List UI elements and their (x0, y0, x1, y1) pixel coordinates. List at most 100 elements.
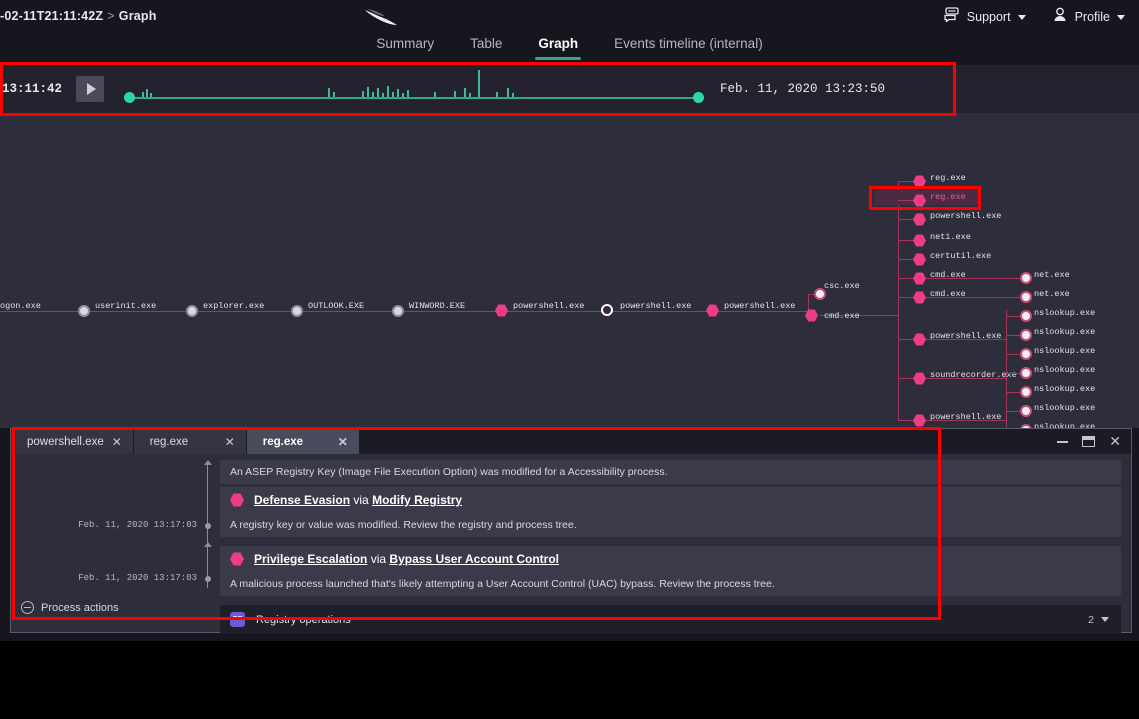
breadcrumb-path[interactable]: -02-11T21:11:42Z (0, 9, 103, 23)
event-header[interactable]: Privilege Escalation via Bypass User Acc… (220, 546, 1121, 572)
node-label: reg.exe (930, 173, 966, 183)
close-icon[interactable]: ✕ (112, 436, 122, 448)
node-marker (1020, 272, 1032, 284)
panel-tab-reg-2[interactable]: reg.exe ✕ (246, 429, 360, 454)
graph-edge (898, 181, 899, 421)
node-label: userinit.exe (95, 301, 157, 311)
node-label-selected: reg.exe (930, 192, 966, 202)
node-marker (913, 272, 926, 285)
timeline-handle-end[interactable] (693, 92, 705, 103)
breadcrumb-separator: > (107, 9, 115, 23)
tab-table[interactable]: Table (467, 34, 505, 60)
support-icon (944, 7, 960, 27)
panel-left-column: Feb. 11, 2020 13:17:03 Feb. 11, 2020 13:… (11, 454, 201, 632)
top-right-actions: Support Profile (944, 6, 1125, 28)
event-timestamp: Feb. 11, 2020 13:17:03 (78, 520, 197, 530)
timeline-track[interactable] (124, 70, 705, 106)
event-detail: A malicious process launched that's like… (220, 572, 1121, 596)
minimize-icon[interactable] (1057, 440, 1069, 443)
node-marker (1020, 291, 1032, 303)
node-marker (913, 213, 926, 226)
timeline-event-dot (204, 576, 211, 582)
tab-summary[interactable]: Summary (373, 34, 437, 60)
maximize-icon[interactable] (1082, 436, 1096, 447)
window-controls: ✕ (1057, 429, 1125, 454)
event-title: Defense Evasion via Modify Registry (254, 493, 462, 507)
node-marker (706, 304, 719, 317)
process-actions-toggle[interactable]: Process actions (21, 601, 119, 614)
timeline-start-time: 13:11:42 (2, 82, 63, 96)
breadcrumb: -02-11T21:11:42Z > Graph (0, 9, 157, 23)
falcon-logo-icon (364, 6, 398, 28)
collapse-icon (21, 601, 34, 614)
panel-tab-label: reg.exe (149, 435, 189, 448)
node-marker (495, 304, 508, 317)
timeline-arrow-icon (203, 460, 212, 465)
application-window: -02-11T21:11:42Z > Graph Support Profile… (0, 0, 1139, 641)
timeline-event-dot (204, 523, 211, 529)
tab-events-timeline[interactable]: Events timeline (internal) (611, 34, 766, 60)
timeline-handle-start[interactable] (124, 92, 136, 103)
panel-tab-reg-1[interactable]: reg.exe ✕ (133, 429, 247, 454)
event-detail: A registry key or value was modified. Re… (220, 513, 1121, 537)
chevron-down-icon (1101, 617, 1109, 622)
node-marker (291, 305, 303, 317)
node-label: WINWORD.EXE (409, 301, 466, 311)
panel-tab-label: powershell.exe (27, 435, 104, 448)
event-header[interactable]: Defense Evasion via Modify Registry (220, 487, 1121, 513)
node-label: nslookup.exe (1034, 384, 1096, 394)
event-title: Privilege Escalation via Bypass User Acc… (254, 552, 559, 566)
play-button[interactable] (76, 76, 105, 102)
panel-tab-label: reg.exe (262, 435, 304, 448)
node-label: nslookup.exe (1034, 403, 1096, 413)
node-label: powershell.exe (930, 211, 1002, 221)
node-marker (913, 372, 926, 385)
process-graph[interactable]: ogon.exe userinit.exe explorer.exe OUTLO… (0, 113, 1139, 428)
node-marker (1020, 348, 1032, 360)
node-marker (913, 333, 926, 346)
event-tactic-link[interactable]: Privilege Escalation (254, 552, 367, 566)
event-tactic-link[interactable]: Defense Evasion (254, 493, 350, 507)
registry-operations-row[interactable]: Registry operations 2 (220, 605, 1121, 634)
node-marker (913, 291, 926, 304)
node-marker (186, 305, 198, 317)
profile-icon (1052, 7, 1068, 27)
node-label: cmd.exe (824, 311, 860, 321)
node-marker (1020, 405, 1032, 417)
panel-body: Feb. 11, 2020 13:17:03 Feb. 11, 2020 13:… (11, 454, 1131, 634)
process-actions-label: Process actions (41, 601, 119, 614)
event-technique-link[interactable]: Bypass User Account Control (389, 552, 559, 566)
nav-tabs: Summary Table Graph Events timeline (int… (0, 34, 1139, 65)
node-label: explorer.exe (203, 301, 265, 311)
node-label: net1.exe (930, 232, 971, 242)
support-menu[interactable]: Support (944, 7, 1026, 27)
support-label: Support (966, 10, 1011, 24)
close-icon[interactable]: ✕ (225, 436, 235, 448)
node-marker (601, 304, 613, 316)
profile-menu[interactable]: Profile (1052, 7, 1125, 27)
panel-tab-powershell[interactable]: powershell.exe ✕ (11, 429, 134, 454)
node-marker (78, 305, 90, 317)
node-marker (1020, 386, 1032, 398)
node-label: nslookup.exe (1034, 327, 1096, 337)
node-marker (913, 234, 926, 247)
detail-panel: powershell.exe ✕ reg.exe ✕ reg.exe ✕ ✕ F… (10, 428, 1132, 634)
timeline-line (130, 97, 699, 99)
close-icon[interactable]: ✕ (338, 436, 348, 448)
event-technique-link[interactable]: Modify Registry (372, 493, 462, 507)
tab-graph[interactable]: Graph (535, 34, 581, 60)
registry-icon (230, 612, 245, 627)
registry-operations-label: Registry operations (256, 613, 351, 626)
node-marker (1020, 310, 1032, 322)
close-icon[interactable]: ✕ (1109, 434, 1121, 448)
node-label: nslookup.exe (1034, 346, 1096, 356)
panel-tab-bar: powershell.exe ✕ reg.exe ✕ reg.exe ✕ ✕ (11, 429, 1131, 454)
alert-hex-icon (230, 493, 244, 507)
node-marker (913, 175, 926, 188)
alert-hex-icon (230, 552, 244, 566)
event-timestamp: Feb. 11, 2020 13:17:03 (78, 573, 197, 583)
registry-operations-count[interactable]: 2 (1088, 614, 1109, 626)
node-marker (392, 305, 404, 317)
node-label: ogon.exe (0, 301, 41, 311)
panel-timeline-axis (201, 454, 214, 632)
